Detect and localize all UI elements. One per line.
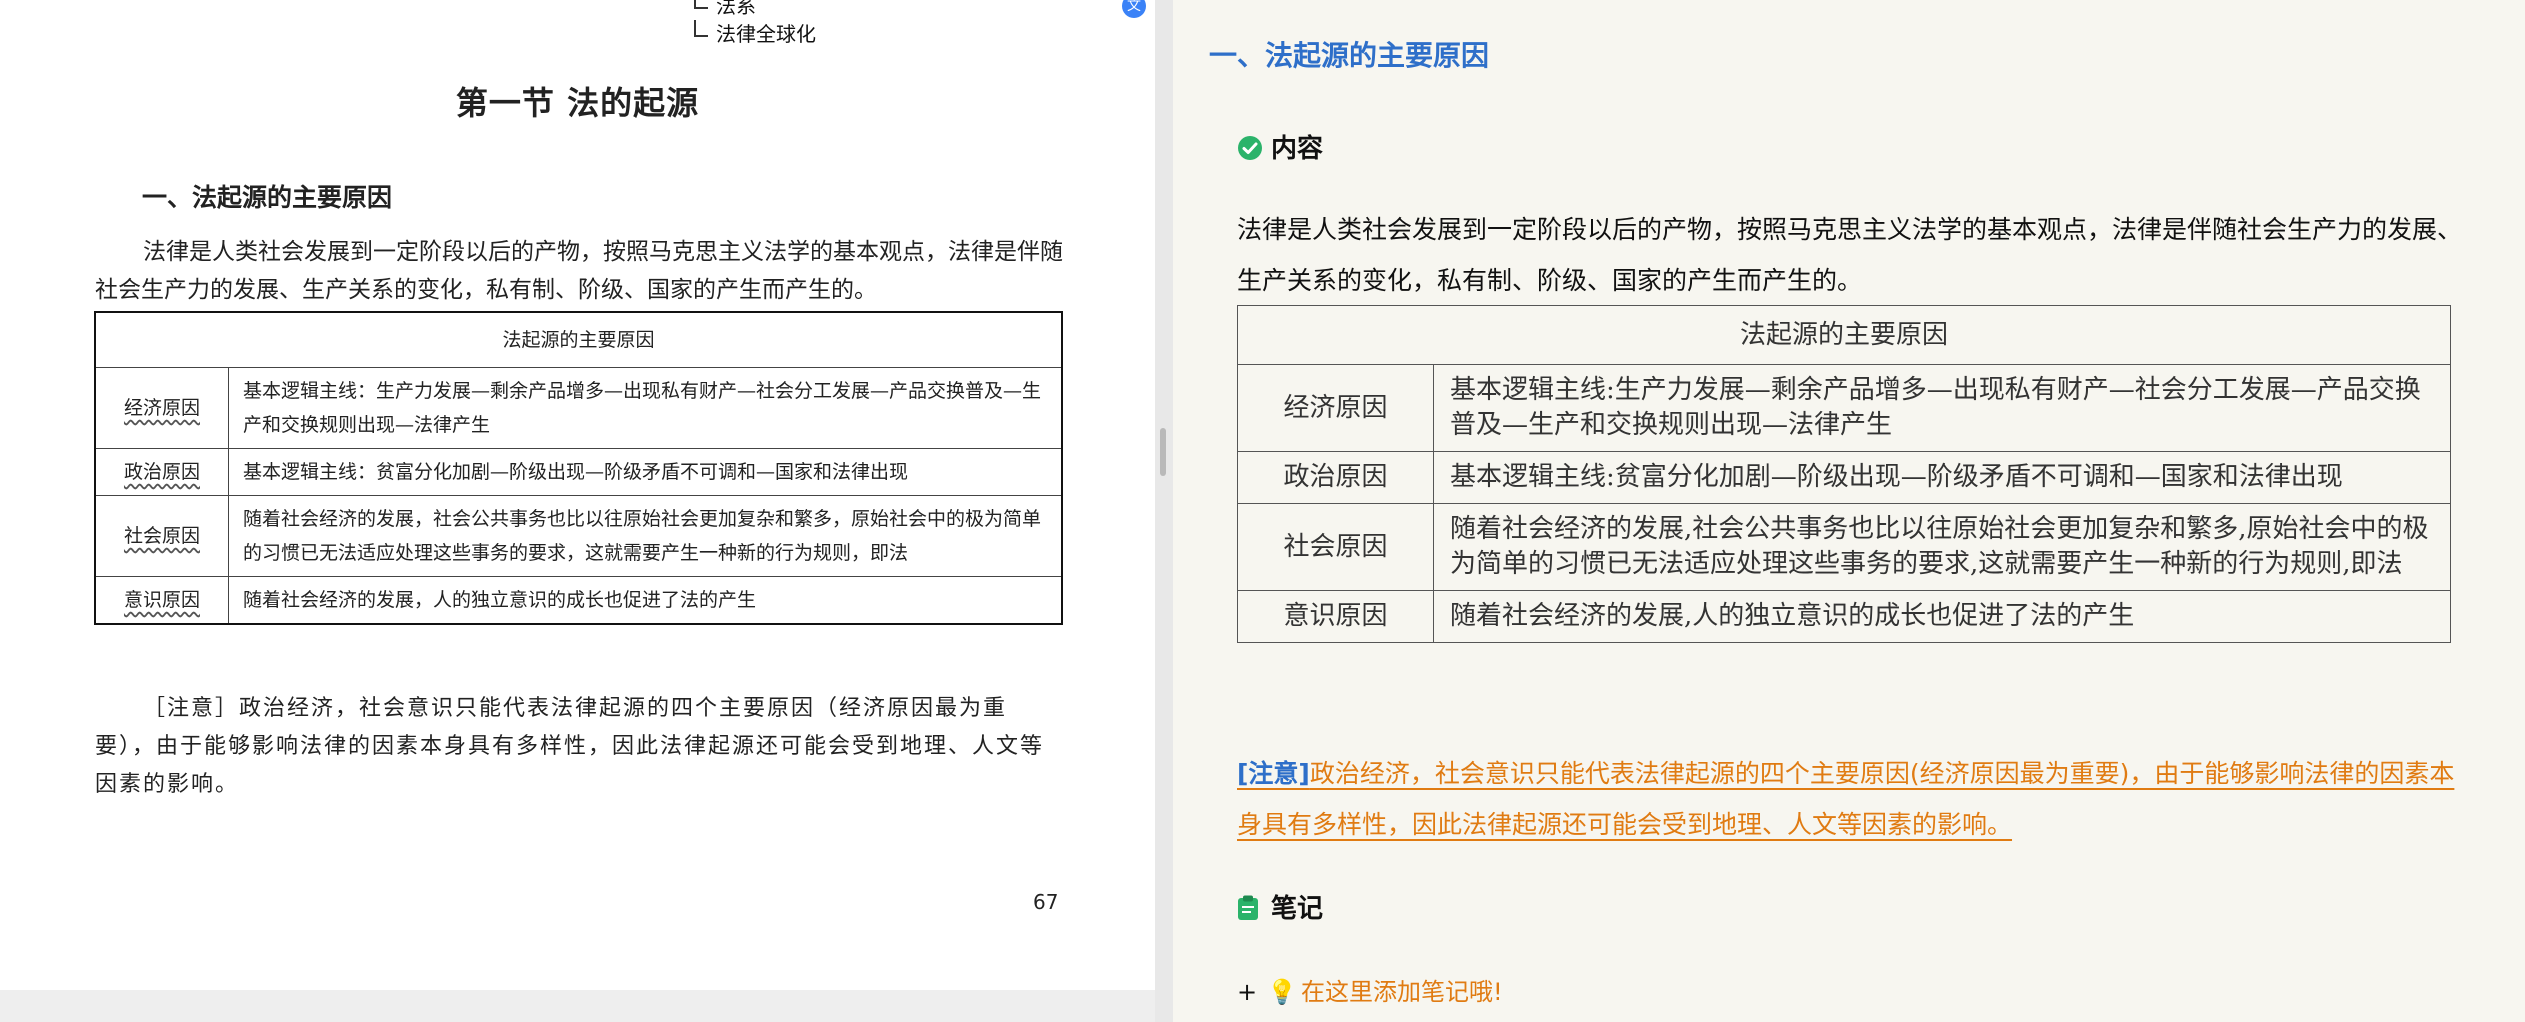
notes-heading: 笔记 (1237, 888, 1323, 925)
splitter-handle[interactable] (1160, 428, 1166, 476)
table-cell-category: 政治原因 (1237, 451, 1434, 504)
causes-table: 法起源的主要原因 经济原因 基本逻辑主线：生产力发展—剩余产品增多—出现私有财产… (94, 311, 1063, 625)
table-cell-text: 随着社会经济的发展,人的独立意识的成长也促进了法的产生 (1433, 590, 2451, 643)
body-paragraph: 法律是人类社会发展到一定阶段以后的产物，按照马克思主义法学的基本观点，法律是伴随… (95, 239, 1063, 303)
table-row: 社会原因 随着社会经济的发展,社会公共事务也比以往原始社会更加复杂和繁多,原始社… (1237, 503, 2451, 591)
table-row: 经济原因 基本逻辑主线：生产力发展—剩余产品增多—出现私有财产—社会分工发展—产… (94, 367, 1063, 449)
table-cell-text: 随着社会经济的发展，人的独立意识的成长也促进了法的产生 (228, 576, 1063, 625)
note-paragraph: ［注意］政治经济，社会意识只能代表法律起源的四个主要原因（经济原因最为重要），由… (95, 696, 1045, 797)
note-tag: [注意] (1237, 759, 1310, 788)
outline-tree: 法系 法律全球化 (690, 0, 816, 48)
pane-splitter[interactable] (1155, 0, 1173, 1022)
notes-panel[interactable]: 一、法起源的主要原因 内容 法律是人类社会发展到一定阶段以后的产物，按照马克思主… (1173, 0, 2525, 1022)
notes-causes-table: 法起源的主要原因 经济原因 基本逻辑主线:生产力发展—剩余产品增多—出现私有财产… (1237, 305, 2451, 643)
section-heading: 一、法起源的主要原因 (142, 183, 393, 212)
table-cell-category: 社会原因 (1237, 503, 1434, 591)
clipboard-icon (1237, 895, 1263, 921)
notes-heading-label: 笔记 (1271, 894, 1324, 924)
section-title: 第一节 法的起源 (455, 84, 700, 122)
table-header-row: 法起源的主要原因 (1237, 305, 2451, 365)
table-cell-text: 基本逻辑主线：生产力发展—剩余产品增多—出现私有财产—社会分工发展—产品交换普及… (228, 367, 1063, 449)
check-circle-icon (1237, 135, 1263, 161)
translate-icon[interactable]: 文 (1122, 0, 1146, 18)
note-text: 政治经济，社会意识只能代表法律起源的四个主要原因(经济原因最为重要)，由于能够影… (1237, 759, 2455, 839)
table-header: 法起源的主要原因 (94, 311, 1063, 368)
table-cell-text: 随着社会经济的发展,社会公共事务也比以往原始社会更加复杂和繁多,原始社会中的极为… (1433, 503, 2451, 591)
table-cell-category: 意识原因 (94, 576, 229, 625)
table-header-row: 法起源的主要原因 (94, 311, 1063, 368)
table-row: 经济原因 基本逻辑主线:生产力发展—剩余产品增多—出现私有财产—社会分工发展—产… (1237, 364, 2451, 452)
table-row: 政治原因 基本逻辑主线:贫富分化加剧—阶级出现—阶级矛盾不可调和—国家和法律出现 (1237, 451, 2451, 504)
table-cell-category: 社会原因 (94, 495, 229, 577)
table-cell-text: 基本逻辑主线:生产力发展—剩余产品增多—出现私有财产—社会分工发展—产品交换普及… (1433, 364, 2451, 452)
table-cell-text: 基本逻辑主线:贫富分化加剧—阶级出现—阶级矛盾不可调和—国家和法律出现 (1433, 451, 2451, 504)
plus-icon: + (1237, 978, 1258, 1006)
lightbulb-icon: 💡 (1267, 978, 1297, 1006)
horizontal-scrollbar[interactable] (0, 990, 1155, 1022)
notes-title: 一、法起源的主要原因 (1209, 39, 1490, 72)
table-row: 政治原因 基本逻辑主线：贫富分化加剧—阶级出现—阶级矛盾不可调和—国家和法律出现 (94, 448, 1063, 496)
outline-item: 法系 (690, 0, 816, 20)
content-heading: 内容 (1237, 128, 1323, 165)
table-cell-category: 经济原因 (94, 367, 229, 449)
table-cell-category: 政治原因 (94, 448, 229, 496)
outline-item: 法律全球化 (690, 20, 816, 48)
table-row: 意识原因 随着社会经济的发展，人的独立意识的成长也促进了法的产生 (94, 576, 1063, 625)
table-cell-category: 意识原因 (1237, 590, 1434, 643)
add-note-label: 在这里添加笔记哦! (1301, 978, 1503, 1006)
highlighted-note[interactable]: [注意]政治经济，社会意识只能代表法律起源的四个主要原因(经济原因最为重要)，由… (1237, 748, 2477, 850)
page-number: 67 (1033, 890, 1059, 914)
content-paragraph: 法律是人类社会发展到一定阶段以后的产物，按照马克思主义法学的基本观点，法律是伴随… (1237, 215, 2463, 295)
table-header: 法起源的主要原因 (1237, 305, 2451, 365)
table-row: 意识原因 随着社会经济的发展,人的独立意识的成长也促进了法的产生 (1237, 590, 2451, 643)
pdf-viewer[interactable]: 法系 法律全球化 文 第一节 法的起源 一、法起源的主要原因 法律是人类社会发展… (0, 0, 1155, 1022)
add-note-button[interactable]: + 💡 在这里添加笔记哦! (1237, 972, 1503, 1007)
table-row: 社会原因 随着社会经济的发展，社会公共事务也比以往原始社会更加复杂和繁多，原始社… (94, 495, 1063, 577)
table-cell-text: 随着社会经济的发展，社会公共事务也比以往原始社会更加复杂和繁多，原始社会中的极为… (228, 495, 1063, 577)
table-cell-category: 经济原因 (1237, 364, 1434, 452)
content-heading-label: 内容 (1271, 134, 1324, 164)
table-cell-text: 基本逻辑主线：贫富分化加剧—阶级出现—阶级矛盾不可调和—国家和法律出现 (228, 448, 1063, 496)
